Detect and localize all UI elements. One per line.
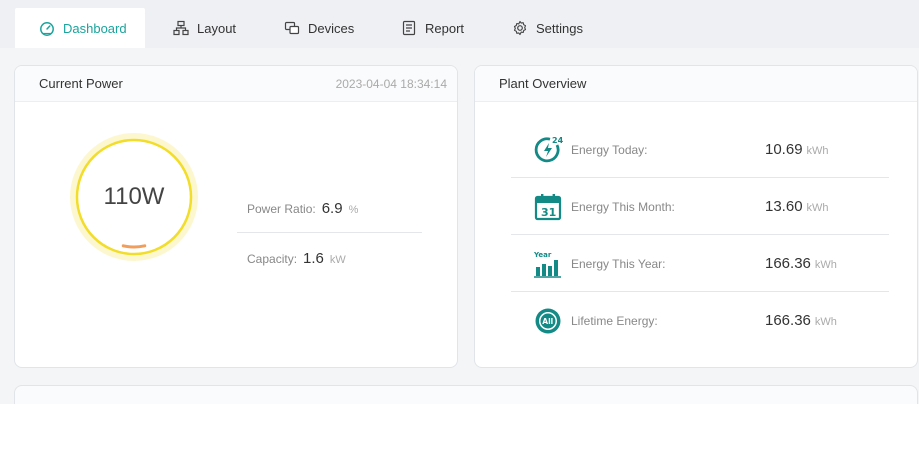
top-tab-bar: Dashboard Layout Devices Report Settings: [0, 0, 919, 48]
energy-unit: kWh: [806, 145, 829, 157]
divider: [237, 232, 422, 233]
overview-label: Energy Today:: [571, 142, 648, 157]
tab-report[interactable]: Report: [401, 8, 481, 48]
page-bottom-area: [0, 404, 919, 460]
tab-devices[interactable]: Devices: [284, 8, 364, 48]
calendar-month-31-icon: 31: [534, 193, 562, 220]
card-title: Current Power: [39, 76, 123, 91]
energy-value: 13.60: [765, 198, 803, 215]
capacity-label: Capacity:: [247, 252, 298, 266]
overview-value: 166.36 kWh: [765, 255, 837, 272]
tab-dashboard[interactable]: Dashboard: [15, 8, 145, 48]
report-document-icon: [402, 20, 416, 36]
current-power-card: Current Power 2023-04-04 18:34:14 110W P…: [14, 65, 458, 368]
overview-value: 166.36 kWh: [765, 312, 837, 329]
power-ratio-unit: %: [348, 204, 359, 216]
overview-value: 13.60 kWh: [765, 198, 829, 215]
tab-label: Dashboard: [63, 20, 127, 36]
overview-row-energy-month: 31 Energy This Month: 13.60 kWh: [511, 178, 889, 235]
dashboard-gauge-icon: [40, 22, 54, 36]
plant-overview-card: Plant Overview 24 Energy Today: 10.69 kWh…: [474, 65, 918, 368]
year-bar-chart-icon: Year: [533, 251, 561, 278]
gear-icon: [513, 20, 527, 36]
svg-text:24: 24: [552, 136, 563, 145]
tab-layout[interactable]: Layout: [173, 8, 253, 48]
tab-label: Settings: [536, 20, 583, 36]
card-header: Plant Overview: [475, 66, 917, 102]
energy-value: 166.36: [765, 255, 811, 272]
tab-label: Devices: [308, 20, 355, 36]
overview-row-energy-today: 24 Energy Today: 10.69 kWh: [511, 121, 889, 178]
energy-unit: kWh: [814, 316, 837, 328]
card-title: Plant Overview: [499, 76, 587, 91]
energy-unit: kWh: [814, 259, 837, 271]
capacity-unit: kW: [329, 254, 346, 266]
timestamp: 2023-04-04 18:34:14: [335, 77, 447, 91]
layout-sitemap-icon: [173, 20, 189, 36]
svg-text:All: All: [542, 317, 553, 326]
current-power-value: 110W: [103, 183, 165, 210]
overview-label: Energy This Year:: [571, 256, 666, 271]
capacity: Capacity: 1.6 kW: [247, 250, 346, 267]
tab-settings[interactable]: Settings: [512, 8, 602, 48]
capacity-value: 1.6: [303, 250, 324, 267]
overview-label: Lifetime Energy:: [571, 313, 658, 328]
svg-text:Year: Year: [533, 251, 552, 259]
overview-value: 10.69 kWh: [765, 141, 829, 158]
tab-label: Layout: [197, 20, 237, 36]
devices-icon: [284, 21, 300, 35]
power-ratio-label: Power Ratio:: [247, 202, 316, 216]
energy-today-24h-icon: 24: [534, 136, 563, 162]
card-header: Current Power 2023-04-04 18:34:14: [15, 66, 457, 102]
energy-value: 10.69: [765, 141, 803, 158]
overview-row-energy-year: Year Energy This Year: 166.36 kWh: [511, 235, 889, 292]
energy-value: 166.36: [765, 312, 811, 329]
energy-unit: kWh: [806, 202, 829, 214]
lifetime-all-icon: All: [535, 308, 561, 333]
overview-row-lifetime: All Lifetime Energy: 166.36 kWh: [511, 292, 889, 349]
app-window: Dashboard Layout Devices Report Settings…: [0, 0, 919, 460]
tab-label: Report: [425, 20, 465, 36]
overview-label: Energy This Month:: [571, 199, 675, 214]
power-ratio: Power Ratio: 6.9 %: [247, 200, 358, 217]
svg-text:31: 31: [541, 206, 556, 219]
power-ratio-value: 6.9: [321, 200, 343, 217]
